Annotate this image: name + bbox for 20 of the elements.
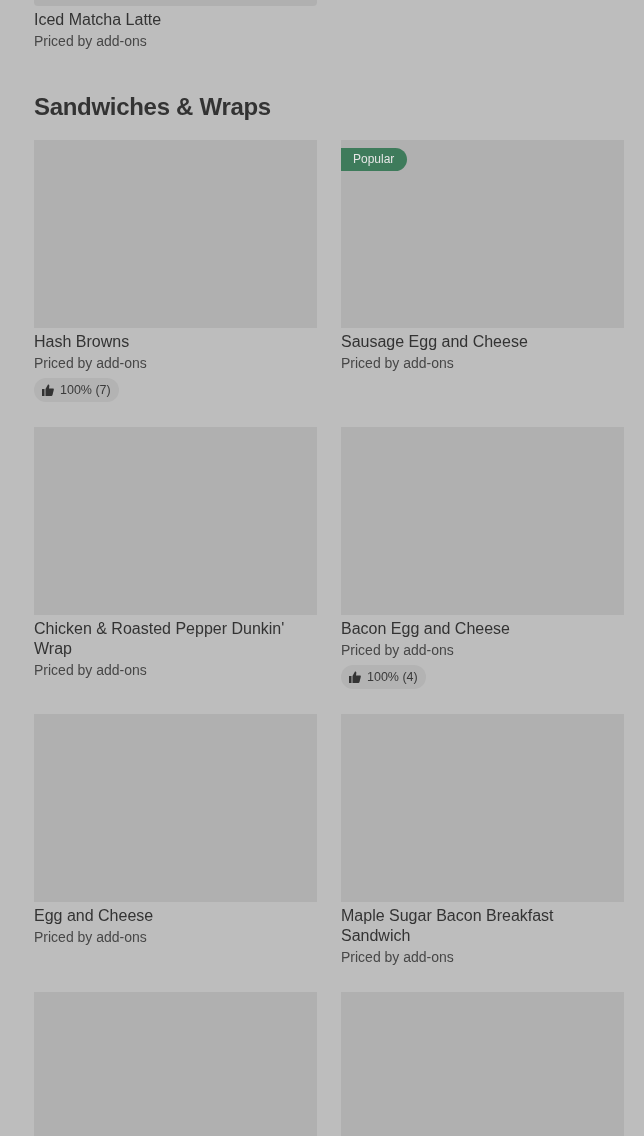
section-title: Sandwiches & Wraps [34, 92, 272, 122]
item-name: Sausage Egg and Cheese [341, 332, 529, 352]
item-name: Maple Sugar Bacon Breakfast Sandwich [341, 906, 555, 946]
item-price: Priced by add-ons [34, 32, 148, 51]
item-price: Priced by add-ons [34, 928, 148, 947]
item-name: Iced Matcha Latte [34, 10, 163, 30]
item-price: Priced by add-ons [341, 641, 455, 660]
item-price: Priced by add-ons [341, 354, 455, 373]
rating-text: 100% (7) [60, 381, 111, 399]
thumbs-up-icon [349, 671, 361, 683]
item-name: Egg and Cheese [34, 906, 155, 926]
item-price: Priced by add-ons [34, 354, 148, 373]
rating-text: 100% (4) [367, 668, 418, 686]
item-name: Bacon Egg and Cheese [341, 619, 511, 639]
item-price: Priced by add-ons [341, 948, 455, 967]
popular-badge: Popular [341, 148, 408, 171]
thumbs-up-icon [42, 384, 54, 396]
item-price: Priced by add-ons [34, 661, 148, 680]
item-name: Chicken & Roasted Pepper Dunkin' Wrap [34, 619, 286, 659]
item-name: Hash Browns [34, 332, 131, 352]
